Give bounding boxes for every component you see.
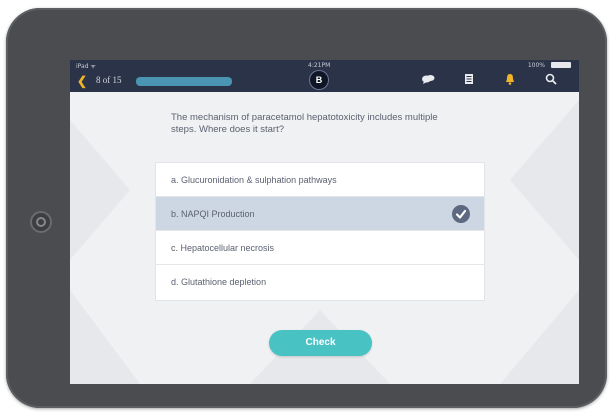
back-chevron-icon[interactable]: ❮ <box>77 74 87 88</box>
notes-icon[interactable] <box>462 72 476 86</box>
option-label: a. Glucuronidation & sulphation pathways <box>171 175 337 185</box>
answer-options: a. Glucuronidation & sulphation pathways… <box>156 163 484 300</box>
status-bar: iPad ᯤ 4:21PM 100% <box>70 60 579 70</box>
check-button[interactable]: Check <box>269 330 372 356</box>
option-d[interactable]: d. Glutathione depletion <box>156 265 484 300</box>
option-label: d. Glutathione depletion <box>171 277 267 287</box>
redacted-title <box>136 77 232 86</box>
chat-bubbles-icon[interactable] <box>421 72 435 86</box>
app-screen: iPad ᯤ 4:21PM 100% ❮ 8 of 15 B The mecha… <box>70 60 579 384</box>
bell-icon[interactable] <box>503 72 517 86</box>
question-text: The mechanism of paracetamol hepatotoxic… <box>171 112 438 135</box>
battery-percent: 100% <box>527 62 545 69</box>
checkmark-icon <box>452 205 470 223</box>
option-label: c. Hepatocellular necrosis <box>171 243 275 253</box>
question-progress: 8 of 15 <box>96 75 122 85</box>
search-icon[interactable] <box>544 72 558 86</box>
carrier-label: iPad ᯤ <box>76 63 96 70</box>
option-a[interactable]: a. Glucuronidation & sulphation pathways <box>156 163 484 197</box>
ipad-frame: iPad ᯤ 4:21PM 100% ❮ 8 of 15 B The mecha… <box>6 8 607 408</box>
clock: 4:21PM <box>308 62 331 69</box>
battery-icon <box>551 62 571 68</box>
home-button[interactable] <box>30 211 52 233</box>
option-b[interactable]: b. NAPQI Production <box>156 197 484 231</box>
top-bar: iPad ᯤ 4:21PM 100% ❮ 8 of 15 B <box>70 60 579 92</box>
option-label: b. NAPQI Production <box>171 209 255 219</box>
option-c[interactable]: c. Hepatocellular necrosis <box>156 231 484 265</box>
user-badge[interactable]: B <box>310 71 328 89</box>
